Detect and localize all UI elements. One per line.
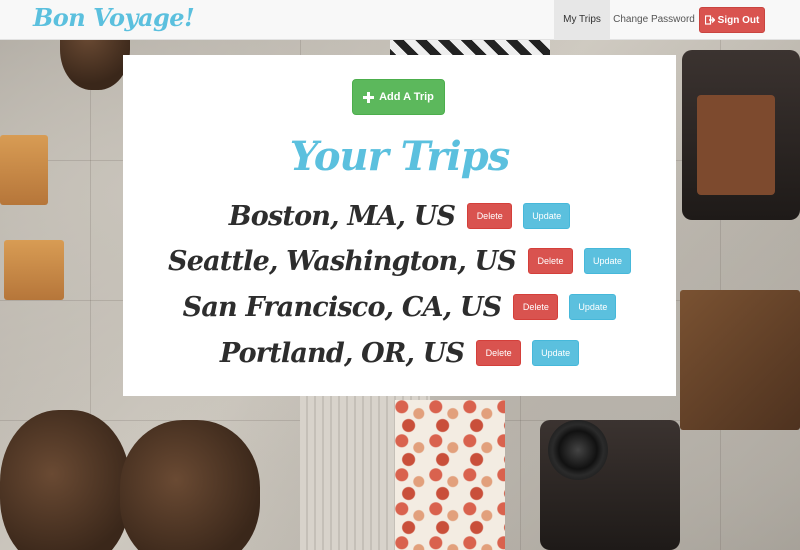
update-trip-button[interactable]: Update <box>583 248 631 274</box>
trip-row: San Francisco, CA, US Delete Update <box>123 289 676 325</box>
trip-name: Boston, MA, US <box>228 200 456 232</box>
trip-row: Boston, MA, US Delete Update <box>123 198 676 234</box>
trips-panel: Add A Trip Your Trips Boston, MA, US Del… <box>123 55 676 396</box>
page-title: Your Trips <box>289 133 510 180</box>
delete-trip-button[interactable]: Delete <box>513 294 559 320</box>
add-trip-button[interactable]: Add A Trip <box>352 79 445 115</box>
delete-trip-button[interactable]: Delete <box>467 203 513 229</box>
sign-out-icon <box>704 15 715 25</box>
update-trip-button[interactable]: Update <box>569 294 617 320</box>
add-trip-label: Add A Trip <box>379 91 434 103</box>
trip-name: Seattle, Washington, US <box>168 245 517 277</box>
trip-row: Portland, OR, US Delete Update <box>123 335 676 371</box>
delete-trip-button[interactable]: Delete <box>527 248 573 274</box>
nav-my-trips[interactable]: My Trips <box>554 0 610 40</box>
trip-row: Seattle, Washington, US Delete Update <box>123 243 676 279</box>
sign-out-button[interactable]: Sign Out <box>699 7 765 33</box>
sign-out-label: Sign Out <box>717 14 760 26</box>
update-trip-button[interactable]: Update <box>523 203 571 229</box>
navbar: Bon Voyage! My Trips Change Password Sig… <box>0 0 800 40</box>
brand-logo[interactable]: Bon Voyage! <box>33 3 195 32</box>
update-trip-button[interactable]: Update <box>532 340 580 366</box>
trip-name: Portland, OR, US <box>219 337 465 369</box>
trip-name: San Francisco, CA, US <box>182 291 503 323</box>
plus-icon <box>363 91 375 103</box>
delete-trip-button[interactable]: Delete <box>476 340 522 366</box>
nav-change-password[interactable]: Change Password <box>612 0 696 40</box>
